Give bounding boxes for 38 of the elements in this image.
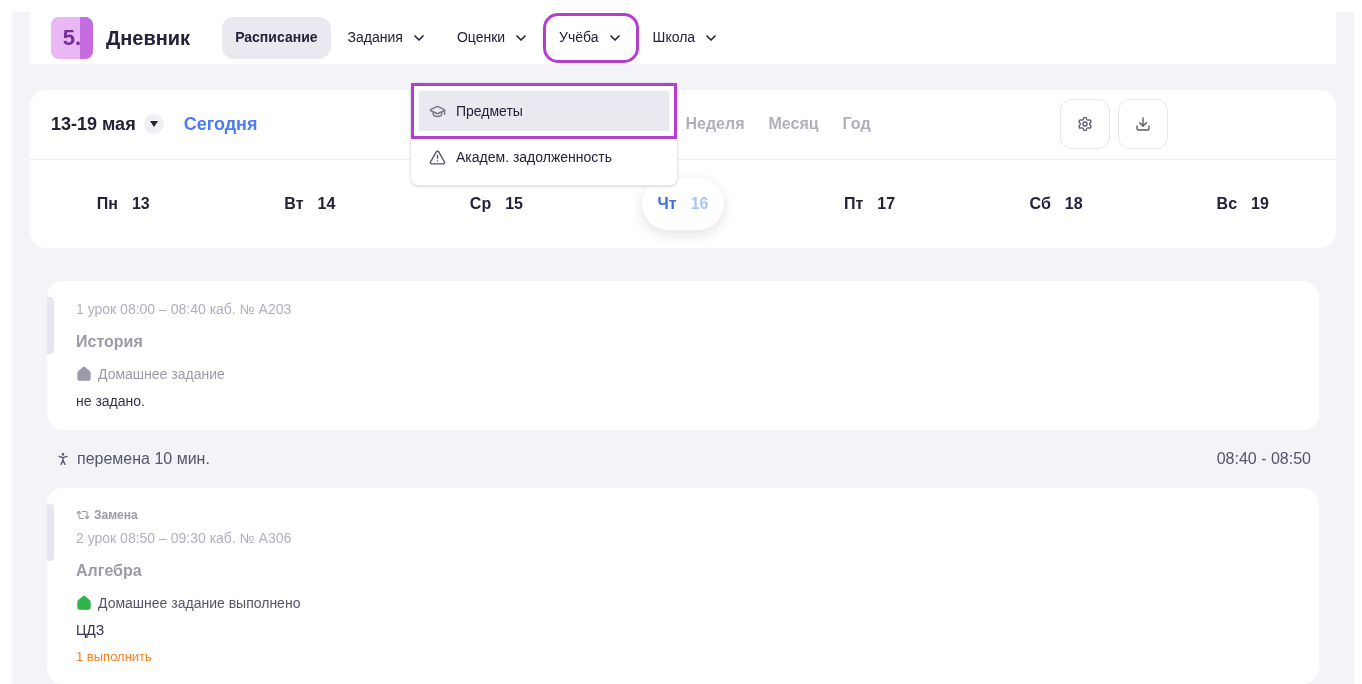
- nav-tab[interactable]: Школа: [639, 16, 733, 59]
- menu-item[interactable]: Предметы: [419, 91, 669, 131]
- logo-text: 5.: [62, 24, 82, 53]
- nav-tab[interactable]: Задания: [334, 16, 440, 59]
- app-title: Дневник: [106, 25, 191, 51]
- settings-icon: [1076, 116, 1093, 132]
- replacement-label: Замена: [94, 506, 138, 524]
- lesson-time: 2 урок 08:50 – 09:30 каб. № А306: [76, 528, 293, 548]
- lesson-marker: [47, 503, 54, 561]
- day-tab[interactable]: Пт 17: [828, 177, 912, 230]
- day-tab[interactable]: Пн 13: [80, 177, 166, 230]
- day-tab[interactable]: Вт 14: [268, 177, 352, 230]
- break-label: перемена 10 мин.: [77, 448, 210, 469]
- homework-text: ЦДЗ: [76, 620, 106, 640]
- lesson-subject: Алгебра: [76, 560, 143, 581]
- nav-tab[interactable]: Расписание: [222, 16, 331, 59]
- week-range: 13-19 мая: [51, 112, 136, 136]
- download-button[interactable]: [1117, 99, 1168, 149]
- menu-item[interactable]: Академ. задолженность: [419, 137, 669, 177]
- homework-status: Домашнее задание: [98, 364, 225, 384]
- homework-text: не задано.: [76, 391, 146, 411]
- lesson-time: 1 урок 08:00 – 08:40 каб. № А203: [76, 299, 293, 319]
- lesson-marker: [47, 296, 54, 354]
- settings-button[interactable]: [1059, 99, 1110, 149]
- break-time: 08:40 - 08:50: [1216, 448, 1311, 469]
- lesson-subject: История: [76, 331, 144, 352]
- homework-status: Домашнее задание выполнено: [98, 593, 301, 613]
- today-link[interactable]: Сегодня: [183, 110, 258, 138]
- day-tab[interactable]: Вс 19: [1200, 177, 1285, 230]
- day-tab[interactable]: Чт 16: [641, 177, 725, 230]
- day-tab[interactable]: Сб 18: [1013, 177, 1099, 230]
- nav-tab[interactable]: Оценки: [443, 16, 543, 59]
- download-icon: [1134, 116, 1151, 132]
- caret-icon: [149, 121, 158, 127]
- day-tab[interactable]: Ср 15: [453, 177, 539, 230]
- nav-tab[interactable]: Учёба: [546, 15, 636, 60]
- week-dropdown[interactable]: [143, 114, 164, 134]
- warning-icon: [429, 148, 446, 166]
